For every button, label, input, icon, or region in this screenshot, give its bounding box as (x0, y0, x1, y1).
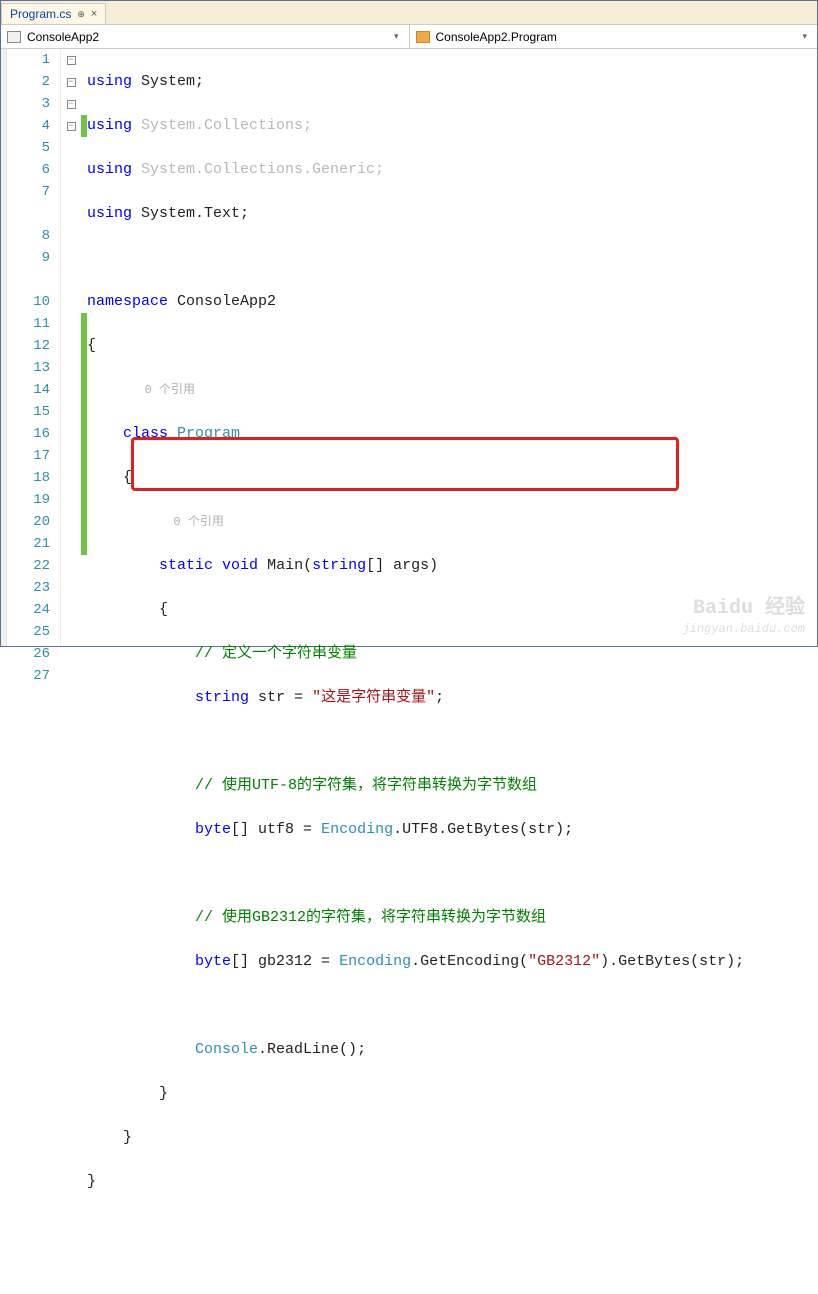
chevron-down-icon: ▾ (390, 31, 403, 42)
member-text: ConsoleApp2.Program (436, 30, 557, 44)
code-area[interactable]: using System; using System.Collections; … (87, 49, 817, 646)
watermark: Baidu 经验 jingyan.baidu.com (683, 596, 805, 638)
chevron-down-icon: ▾ (798, 31, 811, 42)
file-tab[interactable]: Program.cs ⊕ × (1, 3, 106, 24)
line-numbers: 1234567 89 10111213141516171819202122232… (7, 49, 61, 646)
member-dropdown[interactable]: ConsoleApp2.Program ▾ (410, 25, 818, 48)
fold-toggle[interactable]: − (67, 122, 76, 131)
tab-title: Program.cs (10, 7, 71, 21)
code-editor[interactable]: 1234567 89 10111213141516171819202122232… (1, 49, 817, 646)
close-icon[interactable]: × (91, 8, 97, 20)
scope-text: ConsoleApp2 (27, 30, 99, 44)
fold-toggle[interactable]: − (67, 78, 76, 87)
class-icon (416, 31, 430, 43)
tab-bar: Program.cs ⊕ × (1, 1, 817, 25)
fold-toggle[interactable]: − (67, 56, 76, 65)
pin-icon[interactable]: ⊕ (77, 9, 85, 20)
nav-bar: ConsoleApp2 ▾ ConsoleApp2.Program ▾ (1, 25, 817, 49)
scope-dropdown[interactable]: ConsoleApp2 ▾ (1, 25, 410, 48)
fold-column: − − − − (61, 49, 81, 646)
fold-toggle[interactable]: − (67, 100, 76, 109)
csharp-icon (7, 31, 21, 43)
